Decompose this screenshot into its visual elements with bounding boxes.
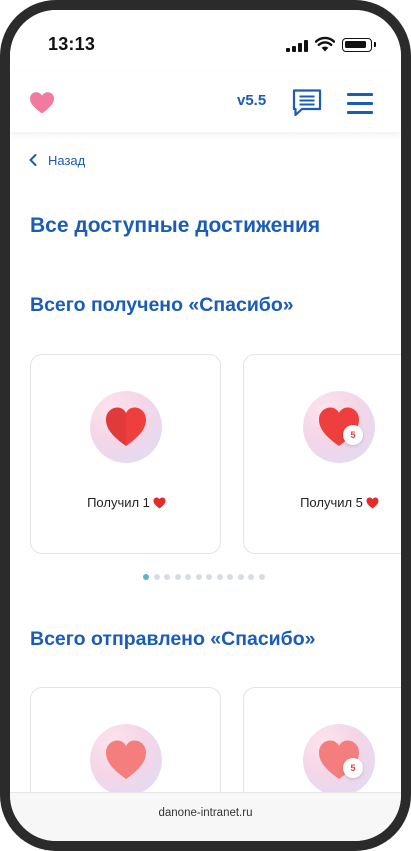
heart-emoji-icon [153,497,166,508]
status-bar: 13:13 [10,10,401,72]
count-badge: 5 [343,758,363,778]
app-version-label: v5.5 [237,92,267,109]
achievement-caption-text: Получил 1 [87,495,150,510]
heart-icon [106,407,146,446]
phone-screen: 13:13 v5.5 Назад Все доступные достижени… [10,10,401,841]
pagination-dot[interactable] [164,574,170,580]
cellular-signal-icon [286,40,308,52]
sent-section-title: Всего отправлено «Спасибо» [30,628,316,650]
pagination-dot[interactable] [227,574,233,580]
achievement-caption-text: Получил 5 [300,495,363,510]
pagination-dot[interactable] [195,574,202,580]
achievement-caption: Получил 5 [244,495,401,510]
sent-carousel[interactable]: 5 [30,687,401,792]
phone-frame: 13:13 v5.5 Назад Все доступные достижени… [0,0,411,851]
pagination-dot[interactable] [216,574,223,580]
back-link[interactable]: Назад [28,150,85,170]
achievement-card-sent-1[interactable] [30,687,221,792]
chat-icon[interactable] [291,88,323,118]
hamburger-menu-icon[interactable] [347,91,375,115]
pagination-dot[interactable] [258,574,265,580]
url-label: danone-intranet.ru [158,807,253,819]
achievement-badge [90,724,162,792]
page-content: Назад Все доступные достижения Всего пол… [10,132,401,792]
heart-emoji-icon [366,497,379,508]
status-time: 13:13 [48,34,96,54]
chevron-left-icon [29,154,37,166]
achievement-badge: 5 [303,724,375,792]
wifi-icon [315,36,335,52]
achievement-card-sent-5[interactable]: 5 [243,687,401,792]
achievement-caption: Получил 1 [31,495,222,510]
received-section-title: Всего получено «Спасибо» [30,294,294,316]
achievement-card-received-1[interactable]: Получил 1 [30,354,221,554]
pagination-dot[interactable] [143,574,149,580]
app-header: v5.5 [10,72,401,132]
count-badge: 5 [343,425,363,445]
pagination-dot[interactable] [153,574,160,580]
carousel-pagination[interactable] [143,574,265,582]
achievement-badge: 5 [303,391,375,463]
achievement-badge [90,391,162,463]
pagination-dot[interactable] [174,574,181,580]
back-link-label: Назад [48,152,86,168]
page-title: Все доступные достижения [30,214,321,237]
browser-url-bar[interactable]: danone-intranet.ru [10,792,401,841]
pagination-dot[interactable] [185,574,191,580]
received-carousel[interactable]: Получил 1 5 Получил 5 [30,354,401,554]
battery-icon [342,38,376,52]
heart-logo-icon[interactable] [29,91,55,115]
heart-icon [106,740,146,779]
pagination-dot[interactable] [237,574,244,580]
pagination-dot[interactable] [248,574,254,580]
pagination-dot[interactable] [206,574,212,580]
achievement-card-received-5[interactable]: 5 Получил 5 [243,354,401,554]
